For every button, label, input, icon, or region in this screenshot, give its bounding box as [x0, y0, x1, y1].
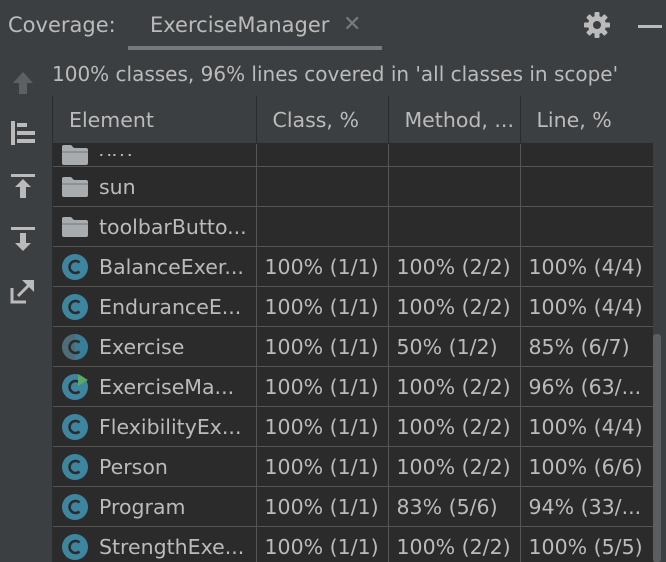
column-header-line[interactable]: Line, % — [520, 96, 653, 144]
table-row[interactable]: Program 100% (1/1) 83% (5/6) 94% (33/... — [53, 486, 653, 527]
autoscroll-to-source-icon[interactable] — [8, 171, 38, 201]
method-coverage-cell: 100% (2/2) — [388, 366, 521, 407]
column-header-method[interactable]: Method, ... — [388, 96, 521, 144]
coverage-header: Coverage: ExerciseManager ✕ — [0, 0, 666, 52]
element-name: toolbarButto... — [99, 214, 247, 239]
autoscroll-from-source-icon[interactable] — [8, 224, 38, 254]
method-coverage-cell: 50% (1/2) — [388, 326, 521, 367]
line-coverage-cell: 85% (6/7) — [520, 326, 653, 367]
main-class-icon — [61, 373, 89, 401]
method-coverage-cell: 83% (5/6) — [388, 486, 521, 527]
line-coverage-cell: 100% (4/4) — [520, 286, 653, 327]
class-coverage-cell: 100% (1/1) — [256, 446, 389, 487]
line-coverage-cell: 100% (6/6) — [520, 446, 653, 487]
class-icon — [61, 253, 89, 281]
coverage-summary: 100% classes, 96% lines covered in 'all … — [52, 62, 619, 86]
element-cell: StrengthExe... — [53, 526, 257, 562]
element-name: FlexibilityEx... — [99, 414, 242, 439]
class-icon — [61, 413, 89, 441]
method-coverage-cell: 100% (2/2) — [388, 406, 521, 447]
table-row[interactable]: Person 100% (1/1) 100% (2/2) 100% (6/6) — [53, 446, 653, 487]
class-coverage-cell: 100% (1/1) — [256, 366, 389, 407]
gear-icon[interactable] — [582, 10, 612, 40]
line-coverage-cell — [520, 143, 653, 167]
table-row[interactable]: Exercise 100% (1/1) 50% (1/2) 85% (6/7) — [53, 326, 653, 367]
element-cell: Program — [53, 486, 257, 527]
element-cell: org — [53, 143, 257, 167]
element-name: sun — [99, 174, 136, 199]
table-row[interactable]: org — [53, 143, 653, 167]
close-icon[interactable]: ✕ — [343, 12, 361, 37]
tab-underline — [128, 46, 382, 50]
element-cell: EnduranceE... — [53, 286, 257, 327]
table-row[interactable]: FlexibilityEx... 100% (1/1) 100% (2/2) 100%… — [53, 406, 653, 447]
table-header: Element Class, % Method, ... Line, % — [53, 96, 653, 144]
class-coverage-cell — [256, 143, 389, 167]
element-cell: Exercise — [53, 326, 257, 367]
method-coverage-cell: 100% (2/2) — [388, 286, 521, 327]
line-coverage-cell — [520, 166, 653, 207]
coverage-table: Element Class, % Method, ... Line, % org… — [52, 96, 653, 562]
minimize-icon[interactable] — [638, 25, 662, 28]
coverage-toolbar — [0, 52, 48, 562]
abstract-class-icon — [61, 333, 89, 361]
line-coverage-cell: 96% (63/... — [520, 366, 653, 407]
method-coverage-cell — [388, 206, 521, 247]
element-name: Person — [99, 454, 168, 479]
line-coverage-cell: 100% (5/5) — [520, 526, 653, 562]
class-coverage-cell: 100% (1/1) — [256, 526, 389, 562]
table-row[interactable]: sun — [53, 166, 653, 207]
tab-title: ExerciseManager — [150, 13, 330, 37]
vertical-scrollbar[interactable] — [653, 334, 661, 562]
element-cell: FlexibilityEx... — [53, 406, 257, 447]
export-icon[interactable] — [8, 276, 38, 306]
class-coverage-cell: 100% (1/1) — [256, 326, 389, 367]
class-icon — [61, 533, 89, 561]
class-coverage-cell: 100% (1/1) — [256, 406, 389, 447]
column-header-element[interactable]: Element — [53, 96, 257, 144]
class-icon — [61, 293, 89, 321]
element-name: ExerciseMa... — [99, 374, 235, 399]
element-name: org — [99, 154, 133, 156]
element-cell: sun — [53, 166, 257, 207]
element-name: Exercise — [99, 334, 185, 359]
tab-exercise-manager[interactable]: ExerciseManager ✕ — [128, 0, 382, 52]
flatten-packages-icon[interactable] — [8, 118, 38, 148]
table-row[interactable]: toolbarButto... — [53, 206, 653, 247]
folder-icon — [61, 176, 89, 198]
element-name: StrengthExe... — [99, 534, 245, 559]
method-coverage-cell: 100% (2/2) — [388, 246, 521, 287]
table-row[interactable]: StrengthExe... 100% (1/1) 100% (2/2) 100% (… — [53, 526, 653, 562]
table-row[interactable]: BalanceExer... 100% (1/1) 100% (2/2) 100% (… — [53, 246, 653, 287]
column-header-class[interactable]: Class, % — [256, 96, 389, 144]
method-coverage-cell: 100% (2/2) — [388, 446, 521, 487]
class-coverage-cell: 100% (1/1) — [256, 286, 389, 327]
table-row[interactable]: EnduranceE... 100% (1/1) 100% (2/2) 100% (4… — [53, 286, 653, 327]
class-icon — [61, 493, 89, 521]
class-coverage-cell — [256, 206, 389, 247]
line-coverage-cell: 100% (4/4) — [520, 406, 653, 447]
line-coverage-cell: 94% (33/... — [520, 486, 653, 527]
method-coverage-cell — [388, 166, 521, 207]
line-coverage-cell — [520, 206, 653, 247]
element-cell: BalanceExer... — [53, 246, 257, 287]
method-coverage-cell — [388, 143, 521, 167]
class-icon — [61, 453, 89, 481]
element-name: Program — [99, 494, 186, 519]
coverage-label: Coverage: — [8, 13, 116, 37]
table-row[interactable]: ExerciseMa... 100% (1/1) 100% (2/2) 96% (63… — [53, 366, 653, 407]
folder-icon — [61, 216, 89, 238]
class-coverage-cell: 100% (1/1) — [256, 246, 389, 287]
class-coverage-cell — [256, 166, 389, 207]
element-cell: toolbarButto... — [53, 206, 257, 247]
element-name: EnduranceE... — [99, 294, 242, 319]
element-cell: Person — [53, 446, 257, 487]
element-name: BalanceExer... — [99, 254, 244, 279]
folder-icon — [61, 144, 89, 166]
class-coverage-cell: 100% (1/1) — [256, 486, 389, 527]
line-coverage-cell: 100% (4/4) — [520, 246, 653, 287]
element-cell: ExerciseMa... — [53, 366, 257, 407]
method-coverage-cell: 100% (2/2) — [388, 526, 521, 562]
navigate-up-icon[interactable] — [8, 68, 38, 98]
